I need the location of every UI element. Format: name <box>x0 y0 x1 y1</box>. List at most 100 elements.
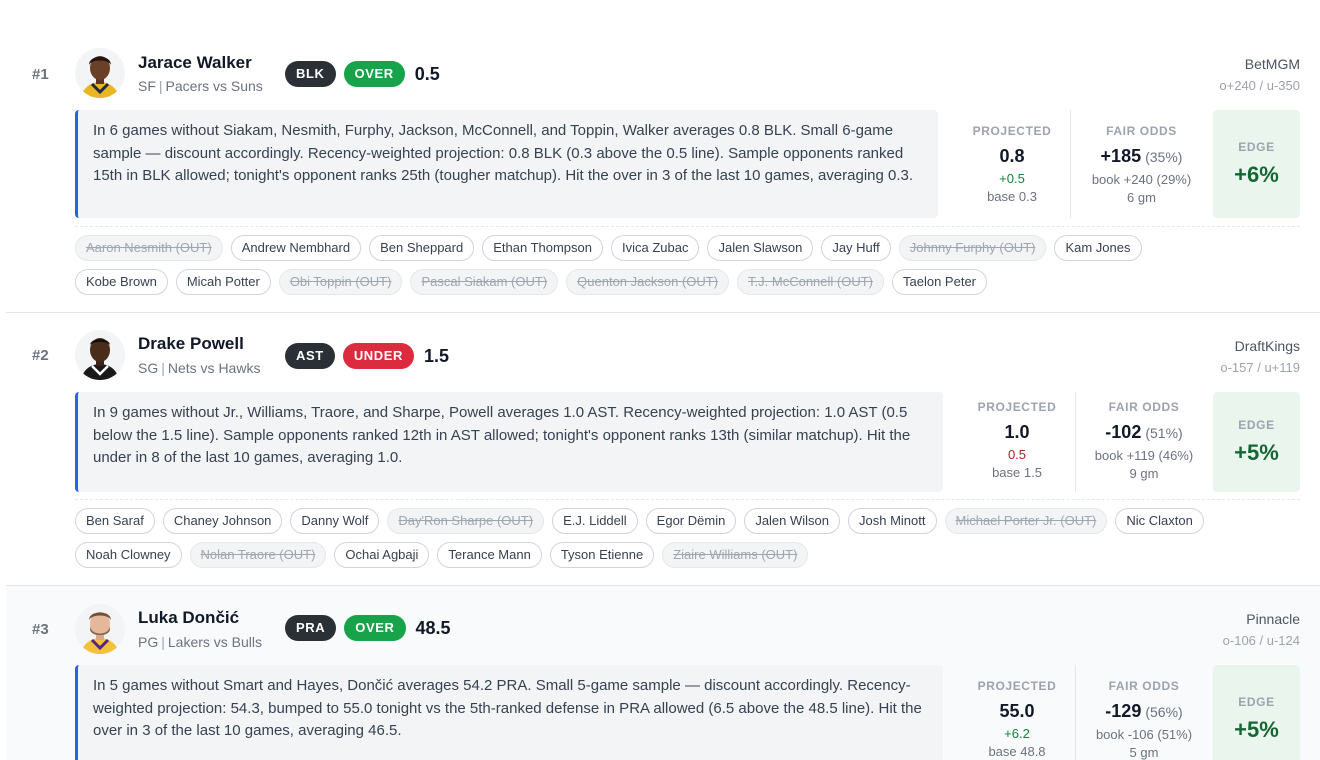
side-badge: UNDER <box>342 343 415 369</box>
player-avatar <box>75 330 125 380</box>
teammate-tag[interactable]: Jalen Wilson <box>744 508 841 534</box>
games-count: 6 gm <box>1127 190 1156 205</box>
edge-value: +5% <box>1234 717 1279 742</box>
teammate-tag[interactable]: Andrew Nembhard <box>230 235 362 261</box>
prop-badges: PRA OVER 48.5 <box>285 615 451 641</box>
analysis-text: In 9 games without Jr., Williams, Traore… <box>75 392 943 492</box>
player-name[interactable]: Jarace Walker <box>138 53 252 73</box>
teammate-tag[interactable]: Pascal Siakam (OUT) <box>410 269 559 295</box>
teammates-divider <box>75 499 1300 500</box>
fair-odds-value: -129 <box>1105 701 1142 721</box>
teammate-tag[interactable]: Terance Mann <box>437 542 542 568</box>
game-matchup: Nets vs Hawks <box>167 360 261 376</box>
stat-badge: PRA <box>285 615 337 641</box>
stats-panel: PROJECTED 1.0 0.5 base 1.5 FAIR ODDS -10… <box>959 392 1300 492</box>
book-line: book +240 (29%) <box>1091 172 1192 187</box>
fair-odds-col: FAIR ODDS -129 (56%) book -106 (51%) 5 gm <box>1076 665 1212 760</box>
teammate-tag[interactable]: Josh Minott <box>848 508 937 534</box>
teammate-tag[interactable]: Ziaire Williams (OUT) <box>662 542 809 568</box>
edge-value: +5% <box>1234 440 1279 465</box>
teammate-tag[interactable]: Quenton Jackson (OUT) <box>566 269 730 295</box>
projected-value: 55.0 <box>999 701 1035 721</box>
analysis-text: In 6 games without Siakam, Nesmith, Furp… <box>75 110 938 218</box>
projected-value: 0.8 <box>999 146 1025 166</box>
sportsbook: BetMGM o+240 / u-350 <box>1219 56 1300 93</box>
teammate-tag[interactable]: Day'Ron Sharpe (OUT) <box>387 508 545 534</box>
fair-odds-pct: (56%) <box>1145 704 1183 720</box>
games-count: 9 gm <box>1129 466 1159 481</box>
projected-label: PROJECTED <box>977 400 1057 414</box>
teammate-tag[interactable]: E.J. Liddell <box>552 508 638 534</box>
book-line: book +119 (46%) <box>1094 448 1194 463</box>
prop-card-1[interactable]: #1 Jarace Walker SF | Pacers vs Suns BLK O… <box>6 28 1320 313</box>
projected-delta: +0.5 <box>999 171 1025 186</box>
fair-odds-label: FAIR ODDS <box>1108 679 1180 693</box>
fair-odds-pct: (51%) <box>1145 425 1183 441</box>
sportsbook: Pinnacle o-106 / u-124 <box>1223 611 1300 648</box>
projected-value: 1.0 <box>1004 422 1030 442</box>
prop-line: 0.5 <box>414 63 440 84</box>
edge-box: EDGE +6% <box>1213 110 1300 218</box>
teammate-tag[interactable]: Nic Claxton <box>1115 508 1204 534</box>
stats-panel: PROJECTED 55.0 +6.2 base 48.8 FAIR ODDS … <box>959 665 1300 760</box>
teammate-tag[interactable]: Ben Sheppard <box>369 235 475 261</box>
prop-card-2[interactable]: #2 Drake Powell SG | Nets vs Hawks AST UND… <box>6 313 1320 586</box>
fair-odds-value: +185 <box>1100 146 1142 166</box>
projected-base: base 48.8 <box>988 744 1046 759</box>
teammate-tag[interactable]: Micah Potter <box>175 269 271 295</box>
player-name[interactable]: Luka Dončić <box>138 608 239 628</box>
teammate-tag[interactable]: Tyson Etienne <box>549 542 655 568</box>
game-matchup: Lakers vs Bulls <box>167 634 263 650</box>
teammate-tag[interactable]: Johnny Furphy (OUT) <box>898 235 1047 261</box>
prop-badges: AST UNDER 1.5 <box>285 343 449 369</box>
projected-col: PROJECTED 1.0 0.5 base 1.5 <box>959 392 1075 492</box>
prop-line: 48.5 <box>415 617 451 638</box>
sportsbook-name: Pinnacle <box>1246 611 1300 627</box>
sportsbook-name: DraftKings <box>1234 338 1300 354</box>
projected-col: PROJECTED 0.8 +0.5 base 0.3 <box>954 110 1070 218</box>
teammate-tag[interactable]: Obi Toppin (OUT) <box>278 269 403 295</box>
projected-delta: +6.2 <box>1004 726 1030 741</box>
teammate-tag[interactable]: Noah Clowney <box>75 542 182 568</box>
projected-base: base 0.3 <box>987 189 1037 204</box>
fair-odds-col: FAIR ODDS -102 (51%) book +119 (46%) 9 gm <box>1076 392 1212 492</box>
teammates-list: Aaron Nesmith (OUT) Andrew Nembhard Ben … <box>75 235 1215 295</box>
teammate-tag[interactable]: Ben Saraf <box>75 508 155 534</box>
teammate-tag[interactable]: T.J. McConnell (OUT) <box>737 269 885 295</box>
player-name[interactable]: Drake Powell <box>138 334 244 354</box>
teammate-tag[interactable]: Ethan Thompson <box>482 235 603 261</box>
teammate-tag[interactable]: Chaney Johnson <box>162 508 283 534</box>
projected-label: PROJECTED <box>977 679 1057 693</box>
teammate-tag[interactable]: Ochai Agbaji <box>334 542 430 568</box>
analysis-text: In 5 games without Smart and Hayes, Donč… <box>75 665 943 760</box>
teammate-tag[interactable]: Taelon Peter <box>892 269 988 295</box>
teammate-tag[interactable]: Jalen Slawson <box>707 235 814 261</box>
teammate-tag[interactable]: Egor Dëmin <box>645 508 737 534</box>
teammate-tag[interactable]: Jay Huff <box>821 235 891 261</box>
fair-odds-label: FAIR ODDS <box>1106 124 1177 138</box>
fair-odds-value: -102 <box>1105 422 1142 442</box>
side-badge: OVER <box>344 615 406 641</box>
sportsbook-odds: o-157 / u+119 <box>1220 360 1300 375</box>
teammate-tag[interactable]: Kobe Brown <box>75 269 168 295</box>
edge-label: EDGE <box>1238 140 1275 154</box>
prop-card-3[interactable]: #3 Luka Dončić PG | Lakers vs Bulls PRA OV… <box>6 586 1320 760</box>
projected-col: PROJECTED 55.0 +6.2 base 48.8 <box>959 665 1075 760</box>
teammate-tag[interactable]: Nolan Traore (OUT) <box>189 542 327 568</box>
teammate-tag[interactable]: Kam Jones <box>1054 235 1142 261</box>
player-position: SF <box>138 78 156 94</box>
stats-panel: PROJECTED 0.8 +0.5 base 0.3 FAIR ODDS +1… <box>954 110 1300 218</box>
teammate-tag[interactable]: Ivica Zubac <box>611 235 700 261</box>
player-avatar <box>75 604 125 654</box>
game-matchup: Pacers vs Suns <box>165 78 263 94</box>
edge-box: EDGE +5% <box>1213 665 1300 760</box>
stat-badge: AST <box>285 343 335 369</box>
sportsbook-odds: o-106 / u-124 <box>1222 633 1300 648</box>
rank-label: #3 <box>32 621 49 638</box>
teammate-tag[interactable]: Michael Porter Jr. (OUT) <box>944 508 1108 534</box>
teammate-tag[interactable]: Aaron Nesmith (OUT) <box>75 235 223 261</box>
projected-label: PROJECTED <box>972 124 1052 138</box>
fair-odds-col: FAIR ODDS +185 (35%) book +240 (29%) 6 gm <box>1071 110 1212 218</box>
teammate-tag[interactable]: Danny Wolf <box>290 508 380 534</box>
projected-delta: 0.5 <box>1007 447 1027 462</box>
